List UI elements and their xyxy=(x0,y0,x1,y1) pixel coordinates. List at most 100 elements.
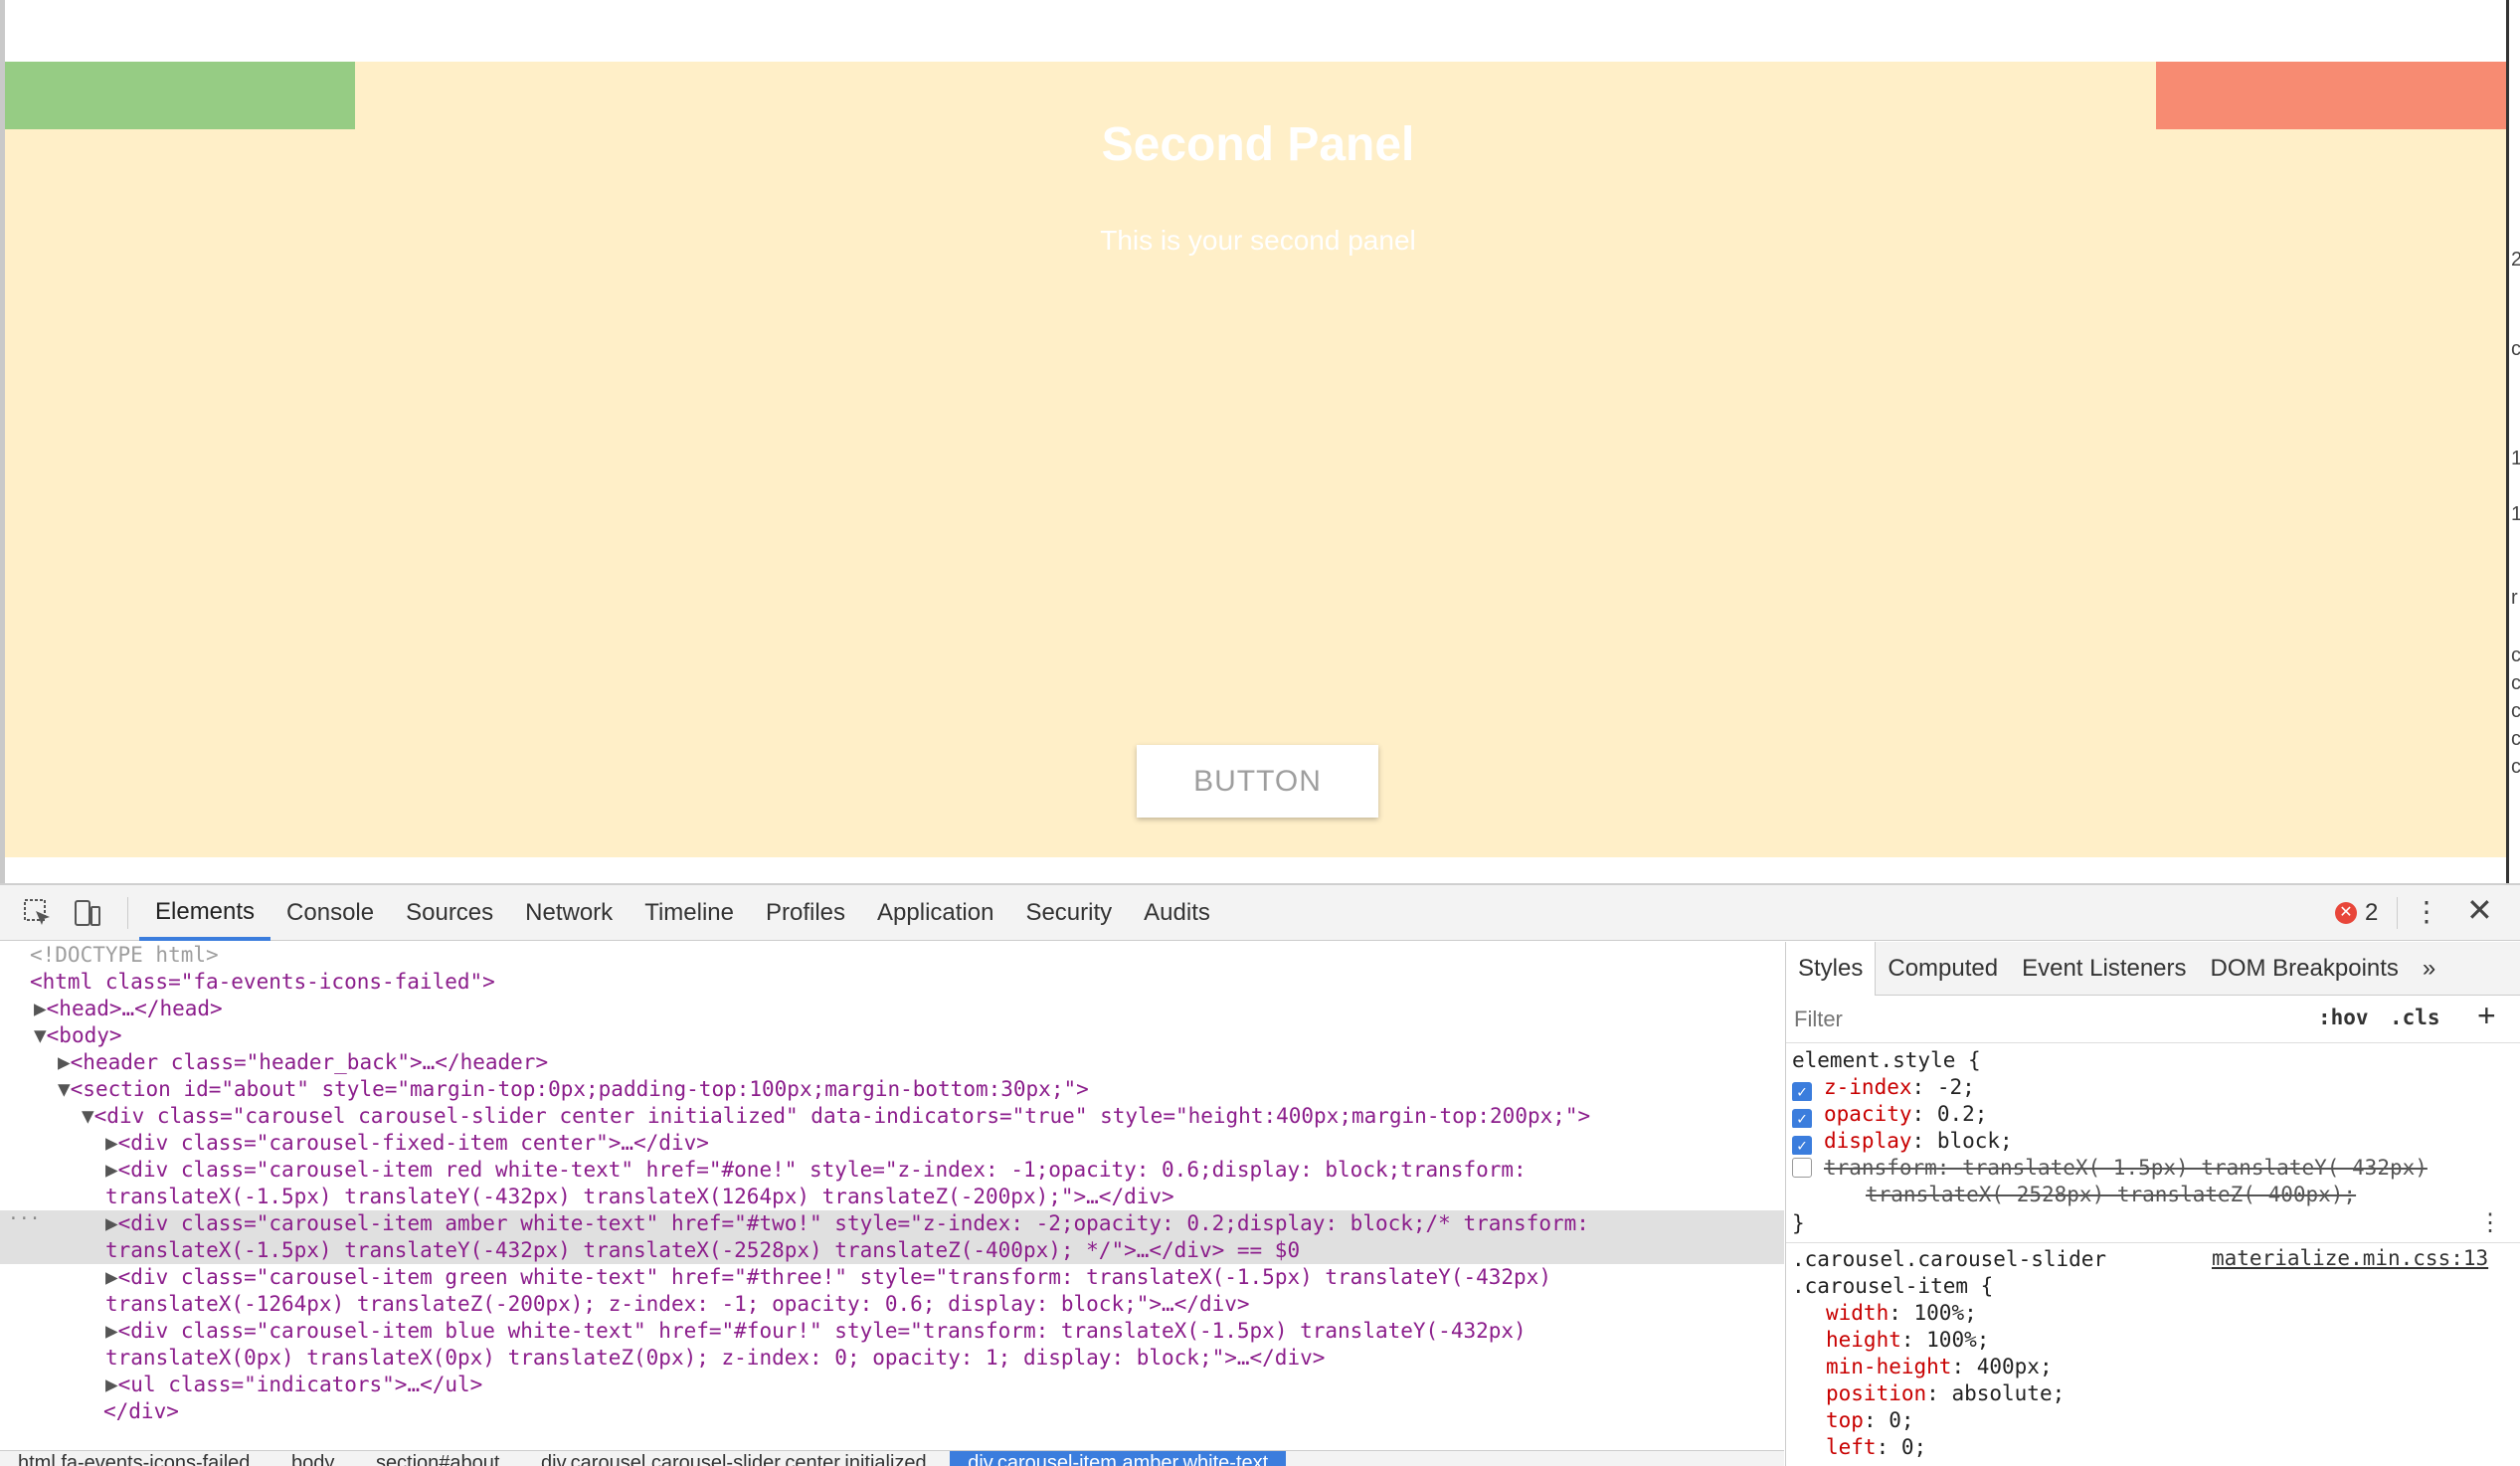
tree-line[interactable]: <!DOCTYPE html> xyxy=(0,942,1784,969)
expand-arrow-icon[interactable]: ▶ xyxy=(105,1373,118,1396)
rule-options-icon[interactable]: ⋮ xyxy=(2478,1208,2502,1237)
prop-value[interactable]: absolute; xyxy=(1951,1381,2065,1405)
tree-line[interactable]: ▶<header class="header_back">…</header> xyxy=(0,1049,1784,1076)
class-toggle[interactable]: .cls xyxy=(2390,1006,2440,1029)
tree-line[interactable]: ▼<section id="about" style="margin-top:0… xyxy=(0,1076,1784,1103)
prop-name[interactable]: transform xyxy=(1824,1156,1937,1180)
tree-line[interactable]: ▶<div class="carousel-item blue white-te… xyxy=(0,1318,1784,1345)
tab-sources[interactable]: Sources xyxy=(390,885,509,941)
rule-selector[interactable]: .carousel-item { xyxy=(1792,1273,2520,1300)
tree-line[interactable]: ▼<div class="carousel carousel-slider ce… xyxy=(0,1103,1784,1130)
node-actions-icon[interactable]: ··· xyxy=(8,1208,41,1229)
rule-prop-row[interactable]: min-height: 400px; xyxy=(1826,1354,2520,1380)
collapse-arrow-icon[interactable]: ▼ xyxy=(82,1104,94,1128)
tab-application[interactable]: Application xyxy=(861,885,1009,941)
hover-state-toggle[interactable]: :hov xyxy=(2318,1006,2369,1029)
more-tabs-icon[interactable]: » xyxy=(2411,942,2447,996)
tree-line[interactable]: translateX(-1264px) translateZ(-200px); … xyxy=(0,1291,1784,1318)
prop-value[interactable]: 100%; xyxy=(1926,1328,1989,1352)
tab-profiles[interactable]: Profiles xyxy=(750,885,861,941)
rule-prop-row[interactable]: position: absolute; xyxy=(1826,1380,2520,1407)
error-icon[interactable]: ✕ xyxy=(2335,902,2357,924)
tree-line[interactable]: ▶<div class="carousel-item red white-tex… xyxy=(0,1157,1784,1184)
prop-name[interactable]: opacity xyxy=(1824,1102,1912,1126)
blue-item-node-cont: translateX(0px) translateX(0px) translat… xyxy=(105,1346,1326,1370)
breadcrumb-item[interactable]: body xyxy=(273,1451,352,1466)
carousel-button[interactable]: BUTTON xyxy=(1137,745,1378,818)
filter-input[interactable] xyxy=(1794,1004,2271,1035)
expand-arrow-icon[interactable]: ▶ xyxy=(105,1211,118,1235)
prop-name[interactable]: left xyxy=(1826,1435,1877,1459)
tab-timeline[interactable]: Timeline xyxy=(629,885,750,941)
add-rule-icon[interactable]: + xyxy=(2477,998,2496,1034)
prop-value[interactable]: block; xyxy=(1937,1129,2013,1153)
tree-line[interactable]: ▶<head>…</head> xyxy=(0,996,1784,1022)
tree-line-selected[interactable]: ▶<div class="carousel-item amber white-t… xyxy=(0,1210,1784,1237)
checkbox-checked-icon[interactable]: ✓ xyxy=(1792,1109,1812,1128)
tree-line[interactable]: ▶<ul class="indicators">…</ul> xyxy=(0,1372,1784,1398)
tab-dom-breakpoints[interactable]: DOM Breakpoints xyxy=(2199,942,2411,996)
prop-name[interactable]: height xyxy=(1826,1328,1901,1352)
prop-value-continuation[interactable]: translateX(-2528px) translateZ(-400px); xyxy=(1866,1182,2520,1208)
rule-source-link[interactable]: materialize.min.css:13 xyxy=(2212,1246,2488,1270)
prop-value[interactable]: 0; xyxy=(1889,1408,1913,1432)
tab-computed[interactable]: Computed xyxy=(1876,942,2010,996)
expand-arrow-icon[interactable]: ▶ xyxy=(105,1158,118,1182)
rule-prop-row[interactable]: width: 100%; xyxy=(1826,1300,2520,1327)
tree-line[interactable]: ▼<body> xyxy=(0,1022,1784,1049)
breadcrumb-item[interactable]: html.fa-events-icons-failed xyxy=(0,1451,268,1466)
prop-value[interactable]: 100%; xyxy=(1914,1301,1977,1325)
tab-network[interactable]: Network xyxy=(509,885,629,941)
tab-elements[interactable]: Elements xyxy=(139,885,271,941)
rule-prop-row[interactable]: top: 0; xyxy=(1826,1407,2520,1434)
tab-security[interactable]: Security xyxy=(1009,885,1128,941)
style-prop-row[interactable]: ✓ z-index: -2; xyxy=(1792,1074,2520,1101)
inspect-element-icon[interactable] xyxy=(22,897,54,929)
close-devtools-icon[interactable]: ✕ xyxy=(2466,891,2493,929)
tree-line[interactable]: </div> xyxy=(0,1398,1784,1425)
tree-line[interactable]: translateX(0px) translateX(0px) translat… xyxy=(0,1345,1784,1372)
prop-value[interactable]: -2; xyxy=(1937,1075,1975,1099)
tree-line[interactable]: ▶<div class="carousel-item green white-t… xyxy=(0,1264,1784,1291)
rule-prop-row[interactable]: height: 100%; xyxy=(1826,1327,2520,1354)
tab-styles[interactable]: Styles xyxy=(1786,942,1877,996)
prop-value[interactable]: translateX(-1.5px) translateY(-432px) xyxy=(1962,1156,2428,1180)
prop-name[interactable]: min-height xyxy=(1826,1355,1951,1378)
expand-arrow-icon[interactable]: ▶ xyxy=(105,1265,118,1289)
prop-name[interactable]: position xyxy=(1826,1381,1926,1405)
tree-line[interactable]: translateX(-1.5px) translateY(-432px) tr… xyxy=(0,1184,1784,1210)
tree-line-selected[interactable]: translateX(-1.5px) translateY(-432px) tr… xyxy=(0,1237,1784,1264)
expand-arrow-icon[interactable]: ▶ xyxy=(105,1131,118,1155)
breadcrumb-item[interactable]: section#about xyxy=(358,1451,518,1466)
breadcrumb-item[interactable]: div.carousel.carousel-slider.center.init… xyxy=(523,1451,945,1466)
prop-value[interactable]: 400px; xyxy=(1977,1355,2053,1378)
rule-prop-row[interactable]: left: 0; xyxy=(1826,1434,2520,1461)
expand-arrow-icon[interactable]: ▶ xyxy=(105,1319,118,1343)
prop-name[interactable]: display xyxy=(1824,1129,1912,1153)
expand-arrow-icon[interactable]: ▶ xyxy=(34,997,47,1020)
checkbox-unchecked-icon[interactable] xyxy=(1792,1158,1812,1178)
tab-event-listeners[interactable]: Event Listeners xyxy=(2010,942,2198,996)
tab-console[interactable]: Console xyxy=(270,885,390,941)
collapse-arrow-icon[interactable]: ▼ xyxy=(58,1077,71,1101)
expand-arrow-icon[interactable]: ▶ xyxy=(58,1050,71,1074)
collapse-arrow-icon[interactable]: ▼ xyxy=(34,1023,47,1047)
style-prop-row[interactable]: ✓ opacity: 0.2; xyxy=(1792,1101,2520,1128)
tab-audits[interactable]: Audits xyxy=(1128,885,1226,941)
tree-line[interactable]: <html class="fa-events-icons-failed"> xyxy=(0,969,1784,996)
style-prop-row-disabled[interactable]: transform: translateX(-1.5px) translateY… xyxy=(1792,1155,2520,1182)
carousel-item-amber[interactable] xyxy=(5,62,2506,857)
breadcrumb-item-active[interactable]: div.carousel-item.amber.white-text xyxy=(950,1451,1287,1466)
prop-name[interactable]: top xyxy=(1826,1408,1864,1432)
prop-name[interactable]: z-index xyxy=(1824,1075,1912,1099)
style-prop-row[interactable]: ✓ display: block; xyxy=(1792,1128,2520,1155)
prop-value[interactable]: 0.2; xyxy=(1937,1102,1988,1126)
checkbox-checked-icon[interactable]: ✓ xyxy=(1792,1136,1812,1155)
prop-name[interactable]: width xyxy=(1826,1301,1889,1325)
device-toggle-icon[interactable] xyxy=(72,897,103,929)
checkbox-checked-icon[interactable]: ✓ xyxy=(1792,1082,1812,1101)
prop-value[interactable]: 0; xyxy=(1901,1435,1926,1459)
tree-line[interactable]: ▶<div class="carousel-fixed-item center"… xyxy=(0,1130,1784,1157)
more-options-icon[interactable]: ⋮ xyxy=(2413,895,2440,928)
error-count[interactable]: 2 xyxy=(2365,899,2378,927)
